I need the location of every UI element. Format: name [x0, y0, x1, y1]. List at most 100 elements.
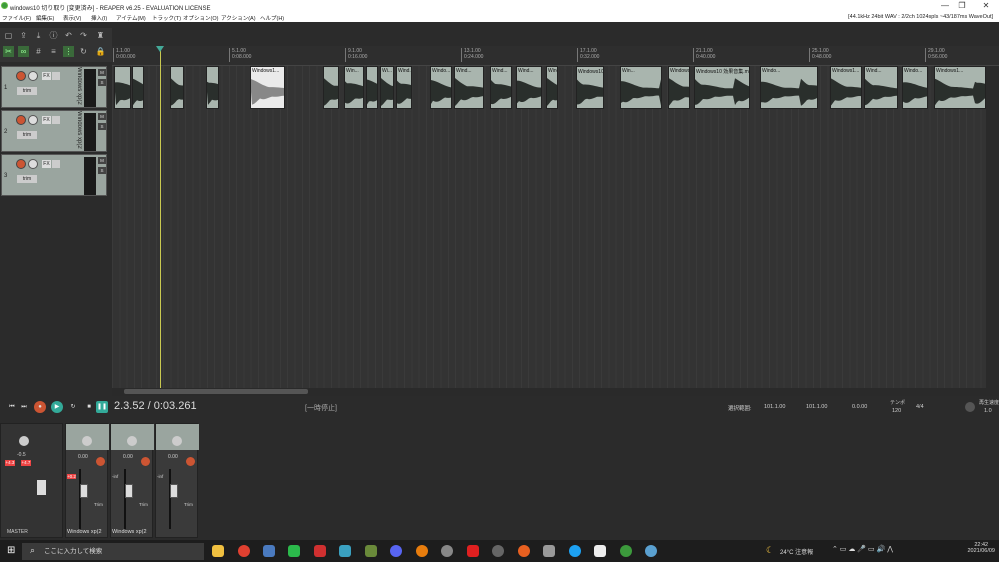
selection-start[interactable]: 101.1.00 [764, 404, 785, 410]
app-icon[interactable] [543, 545, 555, 557]
audio-item[interactable]: Wind... [454, 66, 484, 109]
windows-start-icon[interactable]: ⊞ [7, 545, 18, 556]
volume-knob[interactable] [28, 159, 38, 169]
record-button[interactable]: ● [34, 401, 46, 413]
system-clock[interactable]: 22:42 2021/06/09 [967, 542, 995, 554]
track-3[interactable]: 3 FX trim M S [1, 154, 107, 196]
audio-item[interactable]: Windows1... [668, 66, 690, 109]
audio-item[interactable] [132, 66, 144, 109]
group-icon[interactable]: ≡ [48, 46, 59, 57]
record-arm-button[interactable] [186, 457, 195, 466]
stop-button[interactable]: ■ [83, 401, 95, 413]
ripple-edit-icon[interactable]: ✂ [3, 46, 14, 57]
audio-item[interactable]: Windows1... [934, 66, 986, 109]
project-settings-icon[interactable]: ⓘ [48, 30, 59, 41]
pan-knob[interactable] [172, 436, 182, 446]
chrome-icon[interactable] [238, 545, 250, 557]
app-icon[interactable] [492, 545, 504, 557]
taskbar-search-input[interactable]: ここに入力して検索 [22, 543, 204, 560]
record-arm-button[interactable] [16, 159, 26, 169]
audio-item[interactable] [323, 66, 339, 109]
menu-file[interactable]: ファイル(F) [2, 14, 31, 22]
new-project-icon[interactable]: ▢ [3, 30, 14, 41]
menu-actions[interactable]: アクション(A) [221, 14, 256, 22]
audio-item[interactable]: Wind... [490, 66, 512, 109]
app-icon[interactable] [339, 545, 351, 557]
maximize-button[interactable]: ❐ [955, 1, 969, 11]
volume-fader[interactable] [125, 484, 133, 498]
auto-crossfade-icon[interactable]: ∞ [18, 46, 29, 57]
solo-button[interactable]: S [98, 123, 106, 130]
go-to-end-icon[interactable]: ⏭ [18, 401, 30, 413]
grid-icon[interactable]: # [33, 46, 44, 57]
app-icon[interactable] [314, 545, 326, 557]
audio-item[interactable]: Windo... [546, 66, 558, 109]
undo-icon[interactable]: ↶ [63, 30, 74, 41]
audio-item[interactable]: Windo... [760, 66, 818, 109]
solo-button[interactable]: S [98, 167, 106, 174]
audio-item[interactable]: Wind... [864, 66, 898, 109]
track-name[interactable] [70, 155, 82, 197]
loop-button[interactable]: ↻ [67, 401, 79, 413]
audio-item[interactable] [114, 66, 131, 109]
volume-knob[interactable] [28, 71, 38, 81]
track-name[interactable]: Windows xp(2 [70, 67, 82, 109]
reaper-taskbar-icon[interactable] [620, 545, 632, 557]
tray-icons[interactable]: ⌃ ▭ ☁ 🎤 ▭ 🔊 ⋀ [832, 545, 893, 553]
blender-icon[interactable] [416, 545, 428, 557]
track-1[interactable]: 1 FX trim Windows xp(2 M S [1, 66, 107, 108]
app-icon[interactable] [645, 545, 657, 557]
fx-button[interactable]: FX [42, 160, 51, 168]
menu-help[interactable]: ヘルプ(H) [260, 14, 284, 22]
file-explorer-icon[interactable] [212, 545, 224, 557]
open-project-icon[interactable]: ⇪ [18, 30, 29, 41]
time-signature[interactable]: 4/4 [916, 404, 924, 410]
pan-knob[interactable] [82, 436, 92, 446]
master-fader[interactable] [37, 480, 46, 495]
menu-view[interactable]: 表示(V) [63, 14, 81, 22]
vertical-scrollbar[interactable] [986, 66, 999, 388]
playhead-marker-icon[interactable] [156, 46, 164, 52]
redo-icon[interactable]: ↷ [78, 30, 89, 41]
track-2[interactable]: 2 FX trim Windows xp(2 M S [1, 110, 107, 152]
fx-button[interactable]: FX [42, 116, 51, 124]
envelope-button[interactable]: trim [17, 87, 37, 95]
audio-item[interactable]: Windo... [902, 66, 928, 109]
calculator-icon[interactable] [263, 545, 275, 557]
mute-button[interactable]: M [98, 69, 106, 76]
audio-item[interactable]: Windo... [430, 66, 452, 109]
playrate-knob[interactable] [965, 402, 975, 412]
obs-icon[interactable] [441, 545, 453, 557]
pause-button[interactable]: ❚❚ [96, 401, 108, 413]
volume-knob[interactable] [28, 115, 38, 125]
audio-item[interactable]: Windows10 効... [576, 66, 604, 109]
mute-button[interactable]: M [98, 157, 106, 164]
menu-track[interactable]: トラック(T) [152, 14, 181, 22]
selection-end[interactable]: 101.1.00 [806, 404, 827, 410]
weather-text[interactable]: 24°C 注意報 [780, 547, 813, 556]
strip-name[interactable]: Windows xp(2 [67, 529, 102, 535]
audio-item[interactable] [366, 66, 378, 109]
timeline-ruler[interactable]: 1.1.00 0:00.000 5.1.00 0:08.000 9.1.00 0:16… [112, 46, 999, 66]
firefox-icon[interactable] [518, 545, 530, 557]
audio-item[interactable]: Windows1... [830, 66, 862, 109]
solo-button[interactable]: S [98, 79, 106, 86]
track-name[interactable]: Windows xp(2 [70, 111, 82, 153]
record-arm-button[interactable] [141, 457, 150, 466]
strip-name[interactable]: Windows xp(2 [112, 529, 147, 535]
save-project-icon[interactable]: ⤓ [33, 30, 44, 41]
playhead-cursor[interactable] [160, 46, 161, 388]
menu-insert[interactable]: 挿入(I) [91, 14, 107, 22]
time-display[interactable]: 2.3.52 / 0:03.261 [114, 400, 197, 412]
io-button[interactable] [52, 116, 60, 124]
menu-edit[interactable]: 編集(E) [36, 14, 54, 22]
audio-item[interactable]: Wi... [380, 66, 394, 109]
envelope-button[interactable]: trim [17, 131, 37, 139]
record-arm-button[interactable] [96, 457, 105, 466]
playrate-value[interactable]: 1.0 [984, 408, 992, 414]
minimize-button[interactable]: — [938, 1, 952, 11]
audio-item[interactable]: Wind... [516, 66, 542, 109]
twitter-icon[interactable] [569, 545, 581, 557]
record-arm-button[interactable] [16, 71, 26, 81]
discord-icon[interactable] [390, 545, 402, 557]
